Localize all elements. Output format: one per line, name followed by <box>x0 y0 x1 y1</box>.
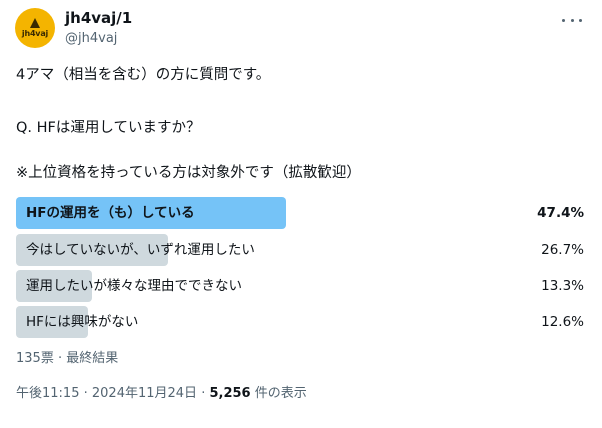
more-dot <box>562 18 565 22</box>
poll-option-label: 運用したいが様々な理由でできない <box>26 278 242 294</box>
poll-option-percent: 26.7% <box>541 242 584 258</box>
poll-option-label: HFの運用を（も）している <box>26 205 195 221</box>
poll-option: HFには興味がない 12.6% <box>16 306 586 338</box>
views-label: 件の表示 <box>254 386 307 401</box>
poll-option-label: 今はしていないが、いずれ運用したい <box>26 242 255 258</box>
more-dot <box>579 18 582 22</box>
author-handle[interactable]: @jh4vaj <box>65 30 117 48</box>
meta-separator: · <box>201 386 206 401</box>
poll-option-percent: 12.6% <box>541 314 584 330</box>
tweet-card: jh4vaj jh4vaj/1 @jh4vaj 4アマ（相当を含む）の方に質問で… <box>0 0 602 428</box>
author-display-name[interactable]: jh4vaj/1 <box>65 9 132 27</box>
meta-separator: · <box>83 386 88 401</box>
tweet-meta: 午後11:15 · 2024年11月24日 · 5,256 件の表示 <box>16 385 307 403</box>
views-count: 5,256 <box>209 386 251 401</box>
poll-option: 今はしていないが、いずれ運用したい 26.7% <box>16 234 586 266</box>
tweet-text-line: ※上位資格を持っている方は対象外です（拡散歓迎） <box>16 165 361 181</box>
poll-summary: 135票 · 最終結果 <box>16 351 119 366</box>
tweet-date: 2024年11月24日 <box>91 386 198 401</box>
avatar-logo-icon <box>30 18 40 28</box>
poll-option-label: HFには興味がない <box>26 314 139 330</box>
more-horizontal-icon[interactable] <box>562 14 582 26</box>
avatar[interactable]: jh4vaj <box>15 8 55 48</box>
poll-option-percent: 13.3% <box>541 278 584 294</box>
poll-option-percent: 47.4% <box>537 205 584 221</box>
tweet-text-line: 4アマ（相当を含む）の方に質問です。 <box>16 67 271 83</box>
tweet-text-line: Q. HFは運用していますか？ <box>16 120 201 136</box>
tweet-timestamp-link[interactable]: 午後11:15 · 2024年11月24日 <box>16 386 197 401</box>
poll-option: HFの運用を（も）している 47.4% <box>16 197 586 229</box>
tweet-time: 午後11:15 <box>16 386 80 401</box>
avatar-text: jh4vaj <box>21 29 49 38</box>
more-dot <box>570 18 574 22</box>
poll-option: 運用したいが様々な理由でできない 13.3% <box>16 270 586 302</box>
